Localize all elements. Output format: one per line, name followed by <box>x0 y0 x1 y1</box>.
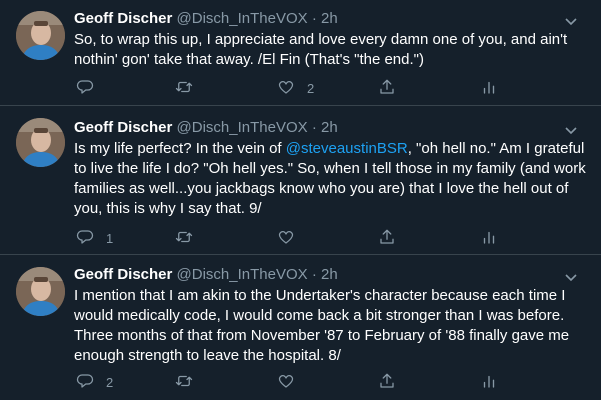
timestamp[interactable]: 2h <box>321 10 338 27</box>
chevron-down-icon[interactable] <box>563 269 579 285</box>
chevron-down-icon[interactable] <box>563 122 579 138</box>
avatar[interactable] <box>16 11 65 60</box>
tweet-text: Is my life perfect? In the vein of @stev… <box>74 139 589 219</box>
analytics-icon <box>480 78 498 99</box>
like-button[interactable]: 2 <box>277 78 314 98</box>
retweet-button[interactable] <box>175 78 205 98</box>
heart-icon <box>277 228 295 249</box>
timestamp[interactable]: 2h <box>321 266 338 283</box>
reply-count: 1 <box>106 230 114 246</box>
chevron-down-icon[interactable] <box>563 13 579 29</box>
tweet-header: Geoff Discher @Disch_InTheVOX · 2h <box>74 265 338 285</box>
share-button[interactable] <box>378 372 396 392</box>
author-name[interactable]: Geoff Discher <box>74 10 172 27</box>
analytics-icon <box>480 372 498 393</box>
retweet-icon <box>175 228 193 249</box>
reply-icon <box>76 372 94 393</box>
author-handle[interactable]: @Disch_InTheVOX <box>177 266 308 283</box>
author-name[interactable]: Geoff Discher <box>74 266 172 283</box>
retweet-icon <box>175 372 193 393</box>
tweet-header: Geoff Discher @Disch_InTheVOX · 2h <box>74 9 338 29</box>
tweet[interactable]: Geoff Discher @Disch_InTheVOX · 2h I men… <box>0 255 601 400</box>
reply-icon <box>76 78 94 99</box>
reply-icon <box>76 228 94 249</box>
author-name[interactable]: Geoff Discher <box>74 119 172 136</box>
tweet-text: So, to wrap this up, I appreciate and lo… <box>74 31 568 68</box>
reply-button[interactable]: 1 <box>76 228 113 248</box>
share-icon <box>378 78 396 99</box>
tweet-text: I mention that I am akin to the Undertak… <box>74 287 570 364</box>
tweet[interactable]: Geoff Discher @Disch_InTheVOX · 2h Is my… <box>0 106 601 254</box>
tweet-actions: 2 <box>74 372 514 392</box>
heart-icon <box>277 372 295 393</box>
share-button[interactable] <box>378 78 396 98</box>
retweet-button[interactable] <box>175 228 205 248</box>
like-button[interactable] <box>277 372 307 392</box>
reply-button[interactable]: 2 <box>76 372 113 392</box>
tweet-text-part: Is my life perfect? In the vein of <box>74 140 286 157</box>
tweet-header: Geoff Discher @Disch_InTheVOX · 2h <box>74 118 338 138</box>
author-handle[interactable]: @Disch_InTheVOX <box>177 119 308 136</box>
like-count: 2 <box>307 80 315 96</box>
tweet-actions: 2 <box>74 78 514 98</box>
analytics-button[interactable] <box>480 228 498 248</box>
author-handle[interactable]: @Disch_InTheVOX <box>177 10 308 27</box>
share-button[interactable] <box>378 228 396 248</box>
retweet-icon <box>175 78 193 99</box>
heart-icon <box>277 78 295 99</box>
tweet-actions: 1 <box>74 228 514 248</box>
separator-dot: · <box>311 266 317 283</box>
analytics-button[interactable] <box>480 372 498 392</box>
like-button[interactable] <box>277 228 307 248</box>
avatar[interactable] <box>16 118 65 167</box>
analytics-icon <box>480 228 498 249</box>
retweet-button[interactable] <box>175 372 205 392</box>
reply-count: 2 <box>106 374 114 390</box>
analytics-button[interactable] <box>480 78 498 98</box>
reply-button[interactable] <box>76 78 106 98</box>
tweet[interactable]: Geoff Discher @Disch_InTheVOX · 2h So, t… <box>0 0 601 105</box>
share-icon <box>378 372 396 393</box>
avatar[interactable] <box>16 267 65 316</box>
separator-dot: · <box>311 119 317 136</box>
mention-link[interactable]: @steveaustinBSR <box>286 140 408 157</box>
separator-dot: · <box>311 10 317 27</box>
share-icon <box>378 228 396 249</box>
timestamp[interactable]: 2h <box>321 119 338 136</box>
